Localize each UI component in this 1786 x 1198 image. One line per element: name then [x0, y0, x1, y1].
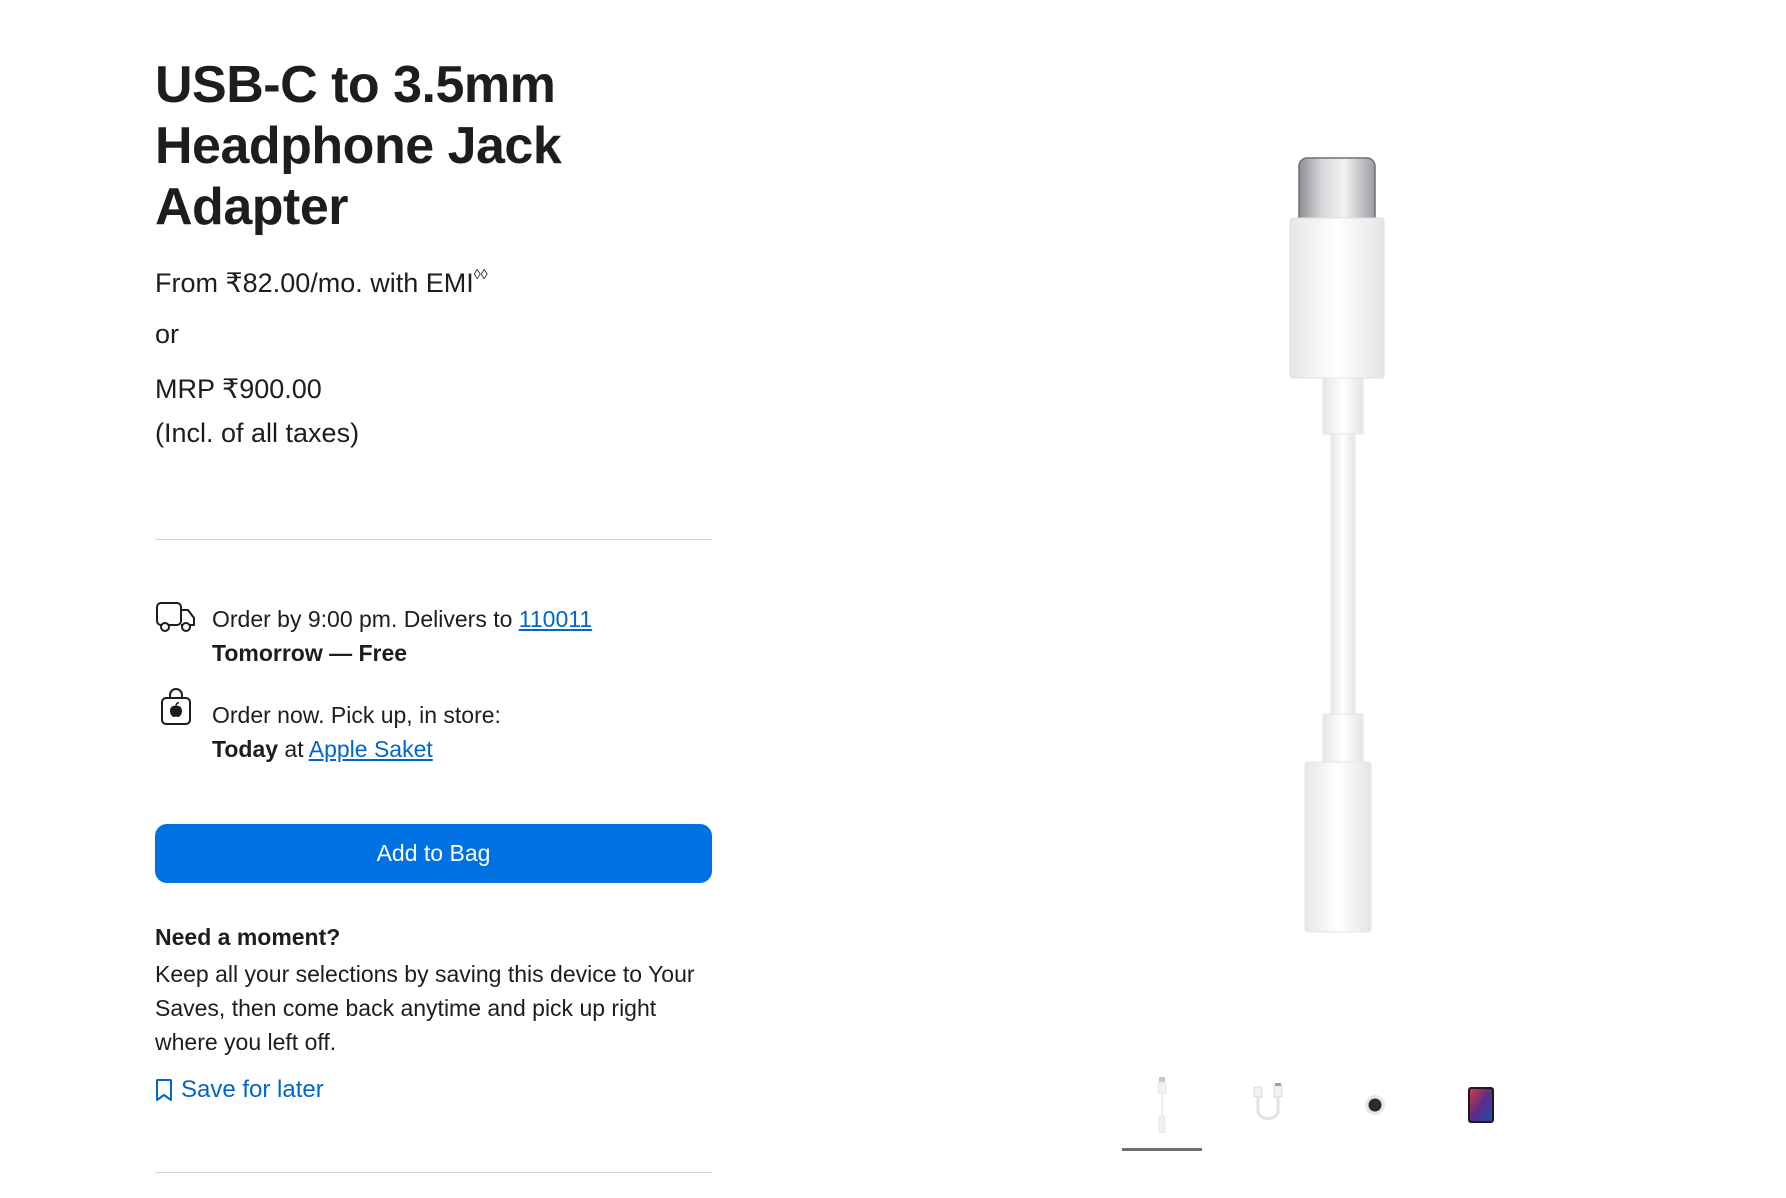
save-heading: Need a moment? — [155, 924, 341, 950]
product-title-line: Headphone Jack — [155, 117, 562, 175]
thumbnail-jack-port[interactable] — [1335, 1060, 1415, 1150]
bookmark-icon — [156, 1079, 172, 1101]
delivery-truck-icon — [156, 602, 195, 632]
pickup-day: Today — [212, 736, 279, 762]
delivery-prefix: Order by 9:00 pm. Delivers to — [212, 606, 519, 632]
divider — [155, 1172, 712, 1173]
delivery-info: Order by 9:00 pm. Delivers to 110011 Tom… — [212, 602, 592, 670]
tax-note: (Incl. of all taxes) — [155, 418, 360, 448]
pickup-info: Order now. Pick up, in store: Today at A… — [212, 698, 501, 766]
delivery-line: Order by 9:00 pm. Delivers to 110011 — [212, 602, 592, 636]
mrp-price: MRP ₹900.00 — [155, 374, 322, 404]
save-description: Keep all your selections by saving this … — [155, 961, 695, 1055]
store-link[interactable]: Apple Saket — [309, 736, 433, 762]
jack-port-thumbnail-icon — [1365, 1095, 1385, 1115]
emi-price: From ₹82.00/mo. with EMI◊◊ — [155, 266, 488, 299]
apple-store-bag-icon — [161, 688, 191, 725]
pickup-line: Order now. Pick up, in store: — [212, 702, 501, 728]
thumbnail-selected-indicator — [1122, 1148, 1202, 1151]
divider — [155, 539, 712, 540]
thumbnail-adapter-coiled[interactable] — [1228, 1060, 1308, 1150]
product-image — [1289, 157, 1385, 933]
product-title-line: USB-C to 3.5mm — [155, 56, 556, 114]
adapter-front-thumbnail-icon — [1157, 1077, 1167, 1133]
add-to-bag-button[interactable]: Add to Bag — [155, 824, 712, 883]
emi-footnote-mark[interactable]: ◊◊ — [474, 266, 488, 282]
adapter-coiled-thumbnail-icon — [1253, 1083, 1283, 1120]
delivery-eta: Tomorrow — Free — [212, 640, 408, 666]
thumbnail-adapter-front[interactable] — [1122, 1060, 1202, 1151]
pickup-at: at — [278, 736, 309, 762]
ipad-thumbnail-icon — [1468, 1087, 1494, 1123]
save-for-later-link[interactable]: Save for later — [155, 1076, 324, 1104]
product-title-line: Adapter — [155, 178, 348, 236]
product-title: USB-C to 3.5mm Headphone Jack Adapter — [155, 55, 715, 238]
zip-code-link[interactable]: 110011 — [519, 606, 592, 632]
pickup-detail: Today at Apple Saket — [212, 732, 501, 766]
save-for-later-label: Save for later — [181, 1076, 324, 1103]
gallery-thumbnails — [1122, 1060, 1542, 1160]
thumbnail-ipad[interactable] — [1441, 1060, 1521, 1150]
emi-price-text: From ₹82.00/mo. with EMI — [155, 268, 474, 298]
or-separator: or — [155, 319, 180, 349]
